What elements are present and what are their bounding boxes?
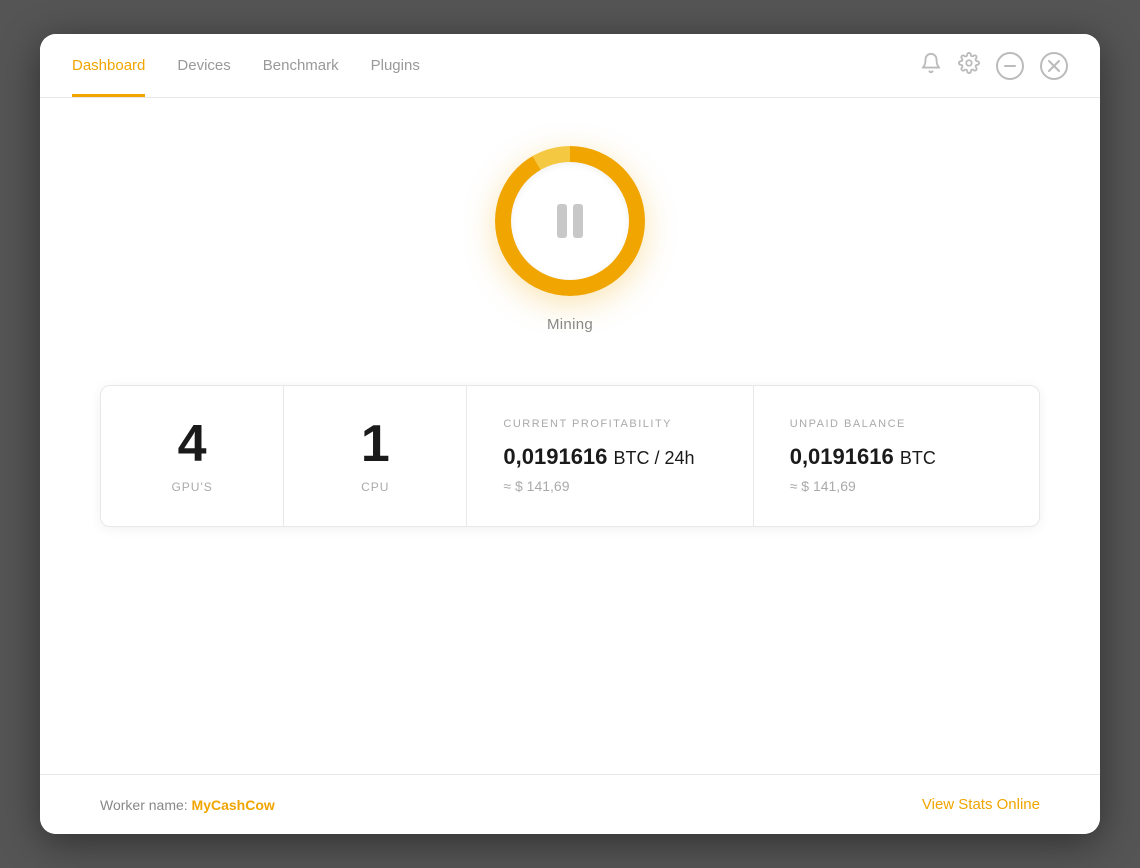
stats-row: 4 GPU'S 1 CPU CURRENT PROFITABILITY 0,01… <box>100 385 1040 527</box>
tab-dashboard[interactable]: Dashboard <box>72 34 145 97</box>
tab-plugins[interactable]: Plugins <box>371 34 420 97</box>
mining-button-inner <box>511 162 629 280</box>
unpaid-usd: ≈ $ 141,69 <box>790 478 856 494</box>
cpu-count: 1 <box>361 418 390 470</box>
gpu-label: GPU'S <box>171 480 212 494</box>
unpaid-btc-number: 0,0191616 <box>790 444 894 469</box>
pause-bar-left <box>557 204 567 238</box>
title-bar: Dashboard Devices Benchmark Plugins <box>40 34 1100 98</box>
close-button[interactable] <box>1040 52 1068 80</box>
unpaid-balance-card: UNPAID BALANCE 0,0191616 BTC ≈ $ 141,69 <box>754 386 1039 526</box>
profitability-card: CURRENT PROFITABILITY 0,0191616 BTC / 24… <box>467 386 753 526</box>
worker-prefix: Worker name: <box>100 797 192 813</box>
nav-tabs: Dashboard Devices Benchmark Plugins <box>72 34 420 97</box>
main-content: Mining 4 GPU'S 1 CPU CURRENT PROFITABILI… <box>40 98 1100 774</box>
profitability-section-label: CURRENT PROFITABILITY <box>503 418 672 430</box>
mining-toggle-button[interactable] <box>495 146 645 296</box>
pause-icon <box>557 204 583 238</box>
pause-bar-right <box>573 204 583 238</box>
bell-svg <box>920 52 942 74</box>
settings-icon[interactable] <box>958 52 980 79</box>
unpaid-btc-unit: BTC <box>900 448 936 468</box>
gpu-count: 4 <box>178 418 207 470</box>
cpu-label: CPU <box>361 480 389 494</box>
unpaid-section-label: UNPAID BALANCE <box>790 418 906 430</box>
cpu-stat-card: 1 CPU <box>284 386 467 526</box>
gpu-stat-card: 4 GPU'S <box>101 386 284 526</box>
mining-section: Mining <box>495 146 645 333</box>
mining-status-label: Mining <box>547 316 593 333</box>
profitability-usd: ≈ $ 141,69 <box>503 478 569 494</box>
worker-info: Worker name: MyCashCow <box>100 797 275 813</box>
notifications-icon[interactable] <box>920 52 942 80</box>
tab-benchmark[interactable]: Benchmark <box>263 34 339 97</box>
worker-name: MyCashCow <box>192 797 275 813</box>
view-stats-link[interactable]: View Stats Online <box>922 796 1040 813</box>
profitability-btc-number: 0,0191616 <box>503 444 607 469</box>
app-window: Dashboard Devices Benchmark Plugins <box>40 34 1100 834</box>
footer: Worker name: MyCashCow View Stats Online <box>40 774 1100 834</box>
unpaid-btc: 0,0191616 BTC <box>790 444 936 470</box>
window-controls <box>920 52 1068 80</box>
minimize-button[interactable] <box>996 52 1024 80</box>
profitability-btc-unit: BTC / 24h <box>614 448 695 468</box>
tab-devices[interactable]: Devices <box>177 34 230 97</box>
profitability-btc: 0,0191616 BTC / 24h <box>503 444 694 470</box>
